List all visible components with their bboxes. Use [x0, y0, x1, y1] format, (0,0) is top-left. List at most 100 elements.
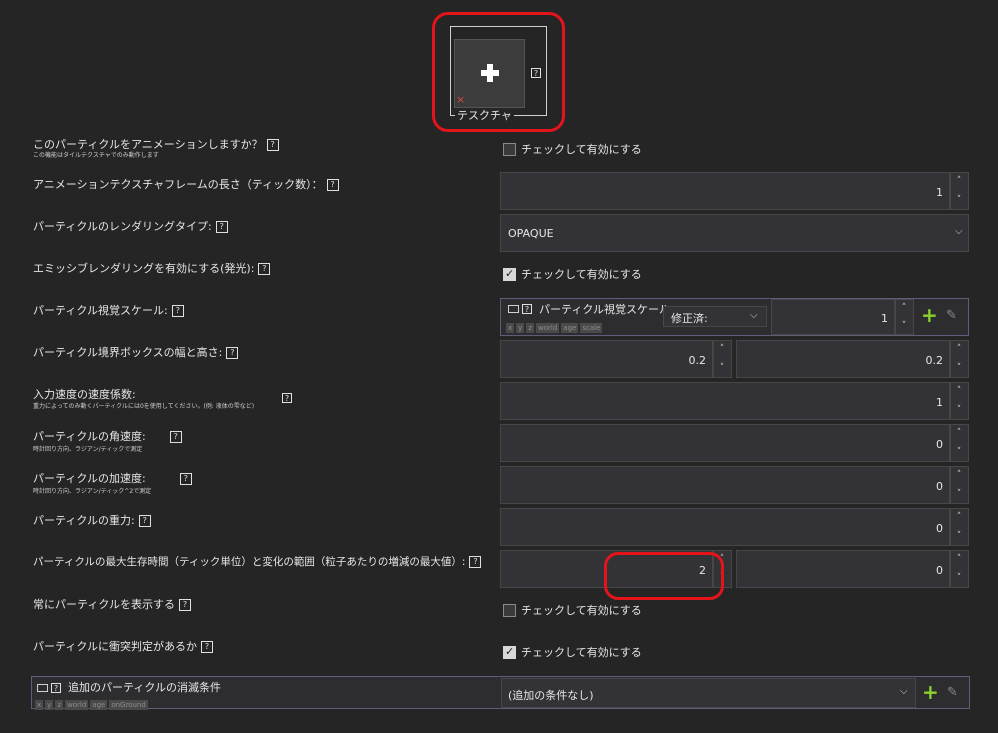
- spin-up-icon[interactable]: ˄: [955, 345, 963, 354]
- tag-onground[interactable]: onGround: [109, 700, 148, 710]
- spin-up-icon[interactable]: ˄: [955, 471, 963, 480]
- spin-up-icon[interactable]: ˄: [955, 513, 963, 522]
- always-show-check-label[interactable]: チェックして有効にする: [521, 604, 642, 617]
- chevron-down-icon: ⌵: [900, 686, 908, 697]
- angular-accel-input[interactable]: 0: [500, 466, 950, 504]
- angular-velocity-sublabel: 時計回り方向、ラジアン/ティックで測定: [33, 446, 143, 453]
- bbox-width-spinner[interactable]: ˄ ˅: [713, 340, 732, 378]
- bbox-label: パーティクル境界ボックスの幅と高さ:?: [33, 346, 239, 359]
- tag-age[interactable]: age: [90, 700, 108, 710]
- spin-up-icon[interactable]: ˄: [955, 555, 963, 564]
- spin-down-icon[interactable]: ˅: [718, 364, 726, 373]
- visual-scale-label: パーティクル視覚スケール:?: [33, 304, 184, 317]
- always-show-help-icon[interactable]: ?: [179, 599, 192, 611]
- gravity-input[interactable]: 0: [500, 508, 950, 546]
- spin-up-icon[interactable]: ˄: [955, 429, 963, 438]
- animate-label: このパーティクルをアニメーションしますか？?: [33, 138, 279, 151]
- visual-scale-input[interactable]: 1: [771, 299, 895, 335]
- bbox-height-input[interactable]: 0.2: [736, 340, 950, 378]
- render-type-help-icon[interactable]: ?: [215, 221, 228, 233]
- always-show-checkbox[interactable]: [503, 604, 516, 617]
- collision-checkbox[interactable]: [503, 645, 516, 659]
- bbox-height-spinner[interactable]: ˄ ˅: [950, 340, 969, 378]
- spin-down-icon[interactable]: ˅: [955, 490, 963, 499]
- tag-world[interactable]: world: [536, 323, 560, 333]
- spin-down-icon[interactable]: ˅: [955, 532, 963, 541]
- tag-scale[interactable]: scale: [580, 323, 603, 333]
- expire-tags: x y z world age onGround: [35, 697, 150, 710]
- collision-help-icon[interactable]: ?: [201, 641, 214, 653]
- speed-factor-help-icon[interactable]: ?: [282, 393, 292, 403]
- animate-check-label[interactable]: チェックして有効にする: [521, 143, 642, 156]
- speed-factor-label: 入力速度の速度係数:: [33, 388, 136, 401]
- spin-down-icon[interactable]: ˅: [955, 196, 963, 205]
- angular-accel-label: パーティクルの加速度:?: [33, 472, 192, 485]
- frame-length-help-icon[interactable]: ?: [326, 179, 339, 191]
- edit-pencil-icon[interactable]: ✎: [947, 685, 958, 700]
- emissive-label: エミッシブレンダリングを有効にする(発光):?: [33, 262, 271, 275]
- tag-z[interactable]: z: [526, 323, 534, 333]
- visual-scale-modifier-select[interactable]: 修正済: ⌵: [663, 306, 767, 327]
- spin-down-icon[interactable]: ˅: [955, 364, 963, 373]
- frame-length-input[interactable]: 1: [500, 172, 950, 210]
- emissive-check-label[interactable]: チェックして有効にする: [521, 268, 642, 281]
- modifier-value: 修正済:: [671, 312, 708, 325]
- spin-down-icon[interactable]: ˅: [955, 448, 963, 457]
- visual-scale-tags: x y z world age scale: [506, 320, 604, 333]
- tag-x[interactable]: x: [506, 323, 515, 333]
- speed-factor-spinner[interactable]: ˄ ˅: [950, 382, 969, 420]
- angular-velocity-spinner[interactable]: ˄ ˅: [950, 424, 969, 462]
- visual-scale-panel-help-icon[interactable]: ?: [522, 304, 532, 314]
- collision-label: パーティクルに衝突判定があるか?: [33, 640, 214, 653]
- lifetime-range-spinner[interactable]: ˄ ˅: [950, 550, 969, 588]
- render-type-value: OPAQUE: [508, 227, 554, 240]
- expire-condition-select[interactable]: (追加の条件なし) ⌵: [501, 678, 916, 708]
- angular-accel-help-icon[interactable]: ?: [179, 473, 192, 485]
- animate-help-icon[interactable]: ?: [266, 139, 279, 151]
- edit-pencil-icon[interactable]: ✎: [946, 308, 957, 323]
- spin-up-icon[interactable]: ˄: [718, 345, 726, 354]
- spin-up-icon[interactable]: ˄: [900, 304, 908, 313]
- tag-y[interactable]: y: [516, 323, 525, 333]
- tag-world[interactable]: world: [65, 700, 89, 710]
- monitor-icon[interactable]: [37, 684, 48, 692]
- gravity-label: パーティクルの重力:?: [33, 514, 151, 527]
- speed-factor-input[interactable]: 1: [500, 382, 950, 420]
- visual-scale-help-icon[interactable]: ?: [171, 305, 184, 317]
- expire-condition-panel: ? 追加のパーティクルの消滅条件 x y z world age onGround (追加…: [31, 676, 970, 710]
- render-type-select[interactable]: OPAQUE ⌵: [500, 214, 969, 252]
- lifetime-help-icon[interactable]: ?: [469, 556, 482, 568]
- frame-length-spinner[interactable]: ˄ ˅: [950, 172, 969, 210]
- add-expression-icon[interactable]: +: [921, 305, 938, 325]
- lifetime-highlight-circle: [604, 552, 724, 600]
- lifetime-range-input[interactable]: 0: [736, 550, 950, 588]
- angular-velocity-input[interactable]: 0: [500, 424, 950, 462]
- tag-y[interactable]: y: [45, 700, 54, 710]
- animate-checkbox[interactable]: [503, 143, 516, 156]
- monitor-icon[interactable]: [508, 305, 519, 313]
- visual-scale-spinner[interactable]: ˄ ˅: [895, 299, 914, 335]
- angular-velocity-label: パーティクルの角速度:?: [33, 430, 182, 443]
- angular-accel-spinner[interactable]: ˄ ˅: [950, 466, 969, 504]
- bbox-width-input[interactable]: 0.2: [500, 340, 713, 378]
- tag-z[interactable]: z: [55, 700, 63, 710]
- spin-up-icon[interactable]: ˄: [955, 387, 963, 396]
- angular-velocity-help-icon[interactable]: ?: [169, 431, 182, 443]
- visual-scale-panel: ? パーティクル視覚スケール: x y z world age scale 修正済: ⌵ …: [500, 298, 969, 336]
- add-expression-icon[interactable]: +: [922, 682, 939, 702]
- bbox-help-icon[interactable]: ?: [226, 347, 239, 359]
- tag-x[interactable]: x: [35, 700, 44, 710]
- spin-down-icon[interactable]: ˅: [900, 322, 908, 331]
- tag-age[interactable]: age: [561, 323, 579, 333]
- spin-down-icon[interactable]: ˅: [955, 574, 963, 583]
- frame-length-label: アニメーションテクスチャフレームの長さ（ティック数）：?: [33, 178, 339, 191]
- spin-down-icon[interactable]: ˅: [955, 406, 963, 415]
- emissive-checkbox[interactable]: [503, 267, 516, 281]
- spin-up-icon[interactable]: ˄: [955, 177, 963, 186]
- gravity-spinner[interactable]: ˄ ˅: [950, 508, 969, 546]
- collision-check-label[interactable]: チェックして有効にする: [521, 646, 642, 659]
- expire-help-icon[interactable]: ?: [51, 683, 61, 693]
- emissive-help-icon[interactable]: ?: [258, 263, 271, 275]
- gravity-help-icon[interactable]: ?: [138, 515, 151, 527]
- speed-factor-sublabel: 重力によってのみ動くパーティクルには0を使用してください。(例: 液体の雫など): [33, 403, 255, 410]
